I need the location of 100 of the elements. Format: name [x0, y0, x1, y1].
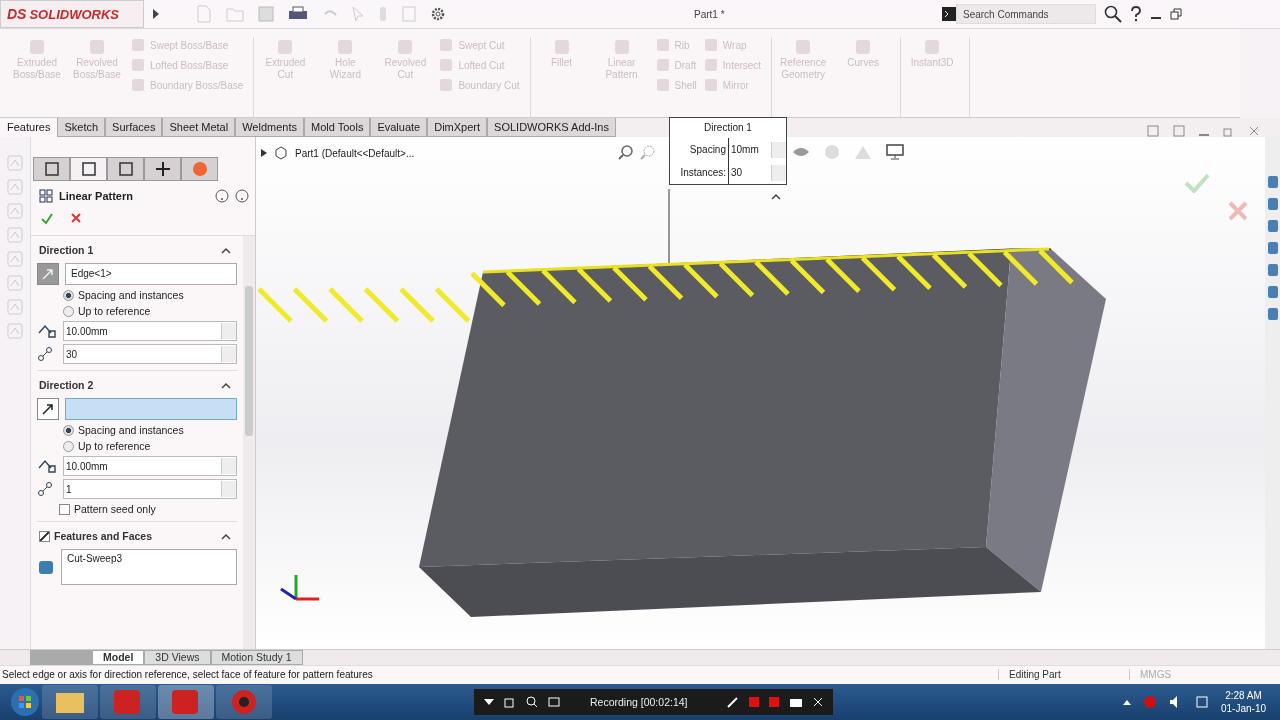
task-pane-icon[interactable] [1266, 175, 1279, 190]
help-icon[interactable] [1130, 6, 1142, 22]
folder-icon[interactable] [42, 684, 98, 719]
monitor-icon[interactable] [886, 144, 904, 161]
radio-option[interactable]: Spacing and instances [63, 289, 237, 302]
command-tab[interactable]: Evaluate [370, 117, 428, 138]
model-tab[interactable]: Motion Study 1 [210, 650, 303, 665]
instances-field[interactable]: 1 [63, 479, 237, 500]
command-icon [438, 57, 455, 73]
command-tab[interactable]: Sheet Metal [162, 117, 236, 138]
eye-icon[interactable] [792, 146, 810, 159]
status-mode: Editing Part [998, 669, 1129, 681]
search-icon[interactable] [1104, 5, 1122, 23]
spacing-field[interactable]: 10.00mm [63, 456, 237, 477]
feature-tree-root[interactable]: Part1 (Default<<Default>... [295, 147, 415, 159]
status-message: Select edge or axis for direction reference, select face of feature for pattern features [1, 669, 374, 681]
spacing-label: Spacing [688, 144, 727, 156]
clock-date[interactable]: 01-Jan-10 [1220, 701, 1266, 715]
manager-tab[interactable] [33, 157, 70, 182]
task-pane-icon[interactable] [1266, 285, 1279, 300]
checkbox-option[interactable]: Pattern seed only [59, 503, 237, 516]
tile-icon[interactable] [1173, 125, 1185, 138]
spacing-field[interactable]: 10mm [728, 138, 786, 162]
restore-icon[interactable] [1223, 125, 1235, 138]
command-tab[interactable]: SOLIDWORKS Add-Ins [487, 117, 616, 138]
spacing-icon [37, 323, 57, 340]
restore-icon[interactable] [1170, 8, 1182, 20]
task-pane-icon[interactable] [1266, 307, 1279, 322]
selection-box[interactable]: Edge<1> [65, 263, 237, 286]
reverse-direction-icon[interactable] [37, 398, 59, 421]
command-icon [702, 57, 719, 73]
zoom-to-fit-icon[interactable] [618, 144, 634, 161]
radio-option[interactable]: Up to reference [63, 440, 237, 453]
command-icon [654, 37, 671, 53]
search-icon[interactable] [526, 695, 538, 708]
command-tab[interactable]: Surfaces [105, 117, 163, 138]
ok-icon[interactable] [41, 213, 53, 226]
command-tab[interactable]: Mold Tools [304, 117, 371, 138]
model-tab[interactable]: 3D Views [144, 650, 211, 665]
start-button-icon[interactable] [10, 686, 40, 717]
task-pane-icon[interactable] [1266, 219, 1279, 234]
manager-tab[interactable] [107, 157, 144, 182]
scrollbar-thumb[interactable] [245, 286, 253, 437]
stop-icon[interactable] [769, 696, 780, 707]
collapse-icon[interactable] [771, 193, 781, 201]
section-title: Direction 2 [39, 379, 94, 392]
model-tab[interactable]: Model [92, 650, 145, 665]
record-icon[interactable] [749, 696, 760, 707]
zoom-area-icon[interactable] [640, 144, 656, 161]
command-icon [130, 77, 146, 93]
feature-icon [37, 558, 55, 577]
print-icon[interactable] [288, 6, 308, 22]
part-icon [273, 145, 289, 162]
application-icon[interactable] [158, 684, 214, 719]
command-tab[interactable]: Sketch [57, 117, 106, 138]
panel-title: Linear Pattern [59, 190, 134, 203]
task-pane-icon[interactable] [1266, 197, 1279, 212]
search-field[interactable]: Search Commands [956, 4, 1096, 24]
radio-option[interactable]: Spacing and instances [63, 424, 237, 437]
command-icon [130, 37, 146, 53]
command-icon [130, 57, 146, 73]
app-logo[interactable]: DS SOLIDWORKS [0, 0, 144, 28]
radio-option[interactable]: Up to reference [63, 305, 237, 318]
command-icon [438, 37, 455, 53]
command-tab[interactable]: DimXpert [427, 117, 488, 138]
section-title: Direction 1 [39, 244, 94, 257]
command-icon [702, 37, 719, 53]
region-icon[interactable] [548, 695, 560, 708]
selection-box[interactable] [65, 398, 237, 421]
collapse-icon[interactable] [221, 532, 231, 540]
settings-icon[interactable] [430, 6, 446, 22]
pen-icon[interactable] [727, 695, 740, 708]
circle-icon [190, 160, 209, 179]
instances-field[interactable]: 30 [728, 161, 786, 185]
expand-arrow-icon[interactable] [261, 149, 267, 158]
collapse-icon[interactable] [221, 246, 231, 254]
task-pane-icon[interactable] [1266, 263, 1279, 278]
command-icon [702, 77, 719, 93]
manager-tab[interactable] [144, 157, 181, 182]
recorder-icon[interactable] [216, 684, 272, 719]
dropdown-icon[interactable] [484, 697, 494, 706]
window-title: Part1 * [694, 8, 726, 20]
crosshair-icon [153, 160, 172, 179]
command-prompt-icon [942, 7, 956, 21]
command-icon [438, 77, 455, 93]
spacing-field[interactable]: 10.00mm [63, 321, 237, 342]
tray-expand-icon[interactable] [1122, 698, 1131, 705]
callout-title: Direction 1 [670, 118, 786, 139]
section-checkbox[interactable]: Features and Faces [39, 530, 153, 543]
instances-field[interactable]: 30 [63, 344, 237, 365]
command-tab[interactable]: Features [0, 117, 58, 138]
command-tab[interactable]: Weldments [235, 117, 304, 138]
cancel-icon[interactable] [71, 213, 81, 224]
tile-icon[interactable] [1147, 125, 1159, 138]
collapse-icon[interactable] [221, 381, 231, 389]
task-pane-icon[interactable] [1266, 241, 1279, 256]
square-icon [116, 160, 135, 179]
expand-arrow-icon[interactable] [152, 8, 160, 20]
linear-pattern-icon [39, 189, 53, 204]
clock-time[interactable]: 2:28 AM [1225, 688, 1262, 702]
